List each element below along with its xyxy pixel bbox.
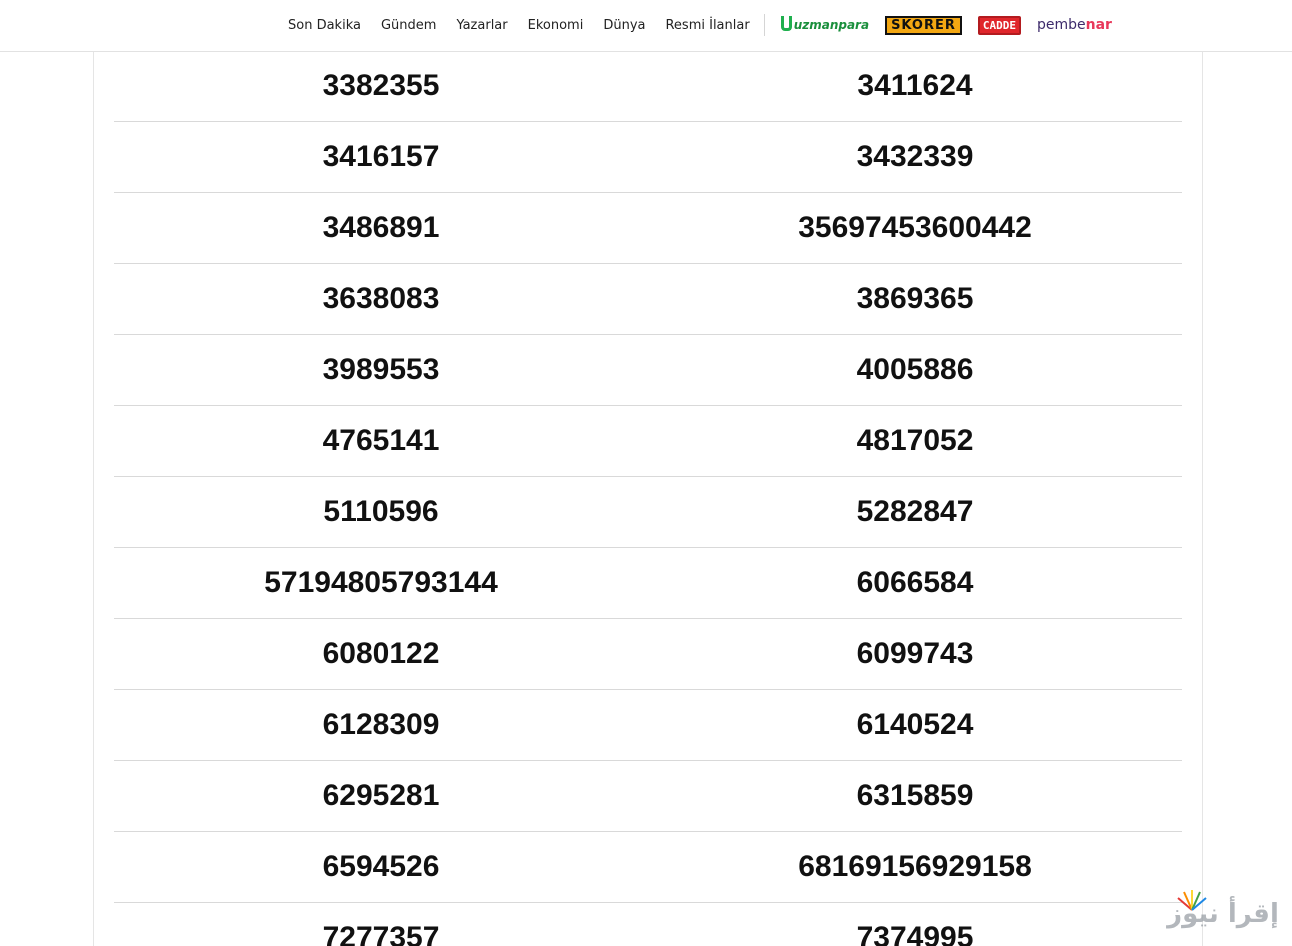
main-nav: Son Dakika Gündem Yazarlar Ekonomi Dünya… xyxy=(278,0,1120,50)
nav-yazarlar[interactable]: Yazarlar xyxy=(446,18,517,33)
table-row: 6080122 6099743 xyxy=(114,619,1182,690)
nav-gundem[interactable]: Gündem xyxy=(371,18,446,33)
number-cell-right: 6099743 xyxy=(856,636,974,670)
table-row: 3638083 3869365 xyxy=(114,264,1182,335)
number-cell-left: 3416157 xyxy=(322,139,440,173)
cadde-logo-link[interactable]: CADDE xyxy=(977,15,1021,35)
number-cell-left: 6080122 xyxy=(322,636,440,670)
skorer-logo: SKORER xyxy=(885,15,962,35)
number-cell-left: 3382355 xyxy=(322,68,440,102)
number-cell-right: 5282847 xyxy=(856,494,974,528)
watermark-logo: إقرأ نيوز xyxy=(1162,888,1284,940)
table-row: 3989553 4005886 xyxy=(114,335,1182,406)
uzmanpara-icon xyxy=(780,15,792,31)
table-row: 6594526 68169156929158 xyxy=(114,832,1182,903)
number-cell-left: 6295281 xyxy=(322,778,440,812)
number-cell-right: 68169156929158 xyxy=(798,849,1032,883)
top-navigation-bar: Son Dakika Gündem Yazarlar Ekonomi Dünya… xyxy=(0,0,1292,52)
pembenar-logo-link[interactable]: pembe nar xyxy=(1037,17,1112,33)
table-row: 4765141 4817052 xyxy=(114,406,1182,477)
skorer-logo-link[interactable]: SKORER xyxy=(885,15,962,35)
number-table: 3382355 3411624 3416157 3432339 3486891 35697… xyxy=(114,51,1182,946)
number-cell-right: 7374995 xyxy=(856,920,974,946)
cadde-logo: CADDE xyxy=(977,15,1021,35)
number-cell-right: 3869365 xyxy=(856,281,974,315)
number-cell-right: 6066584 xyxy=(856,565,974,599)
number-cell-right: 4817052 xyxy=(856,423,974,457)
watermark-text: إقرأ نيوز xyxy=(1167,899,1279,929)
number-cell-right: 4005886 xyxy=(856,352,974,386)
number-cell-left: 6128309 xyxy=(322,707,440,741)
nav-divider xyxy=(763,14,765,36)
table-row: 3382355 3411624 xyxy=(114,51,1182,122)
table-row: 6128309 6140524 xyxy=(114,690,1182,761)
nav-ekonomi[interactable]: Ekonomi xyxy=(518,18,594,33)
number-cell-left: 5110596 xyxy=(323,494,439,528)
pembenar-logo-part1: pembe xyxy=(1037,17,1086,33)
number-cell-left: 3638083 xyxy=(322,281,440,315)
uzmanpara-logo-link[interactable]: uzmanpara xyxy=(780,15,870,33)
table-row: 3416157 3432339 xyxy=(114,122,1182,193)
nav-resmi-ilanlar[interactable]: Resmi İlanlar xyxy=(655,18,759,33)
table-row: 6295281 6315859 xyxy=(114,761,1182,832)
number-cell-right: 3411624 xyxy=(857,68,973,102)
number-cell-left: 3989553 xyxy=(322,352,440,386)
table-row: 57194805793144 6066584 xyxy=(114,548,1182,619)
number-cell-left: 6594526 xyxy=(322,849,440,883)
number-cell-right: 6140524 xyxy=(856,707,974,741)
number-cell-right: 6315859 xyxy=(856,778,974,812)
table-row: 7277357 7374995 xyxy=(114,903,1182,946)
number-cell-right: 35697453600442 xyxy=(798,210,1032,244)
nav-dunya[interactable]: Dünya xyxy=(593,18,655,33)
uzmanpara-logo-text: uzmanpara xyxy=(793,18,870,32)
number-cell-left: 57194805793144 xyxy=(264,565,498,599)
number-cell-right: 3432339 xyxy=(856,139,974,173)
table-row: 5110596 5282847 xyxy=(114,477,1182,548)
number-cell-left: 4765141 xyxy=(322,423,440,457)
table-row: 3486891 35697453600442 xyxy=(114,193,1182,264)
pembenar-logo-part2: nar xyxy=(1085,17,1112,33)
number-cell-left: 3486891 xyxy=(322,210,440,244)
number-cell-left: 7277357 xyxy=(322,920,440,946)
nav-son-dakika[interactable]: Son Dakika xyxy=(278,18,371,33)
